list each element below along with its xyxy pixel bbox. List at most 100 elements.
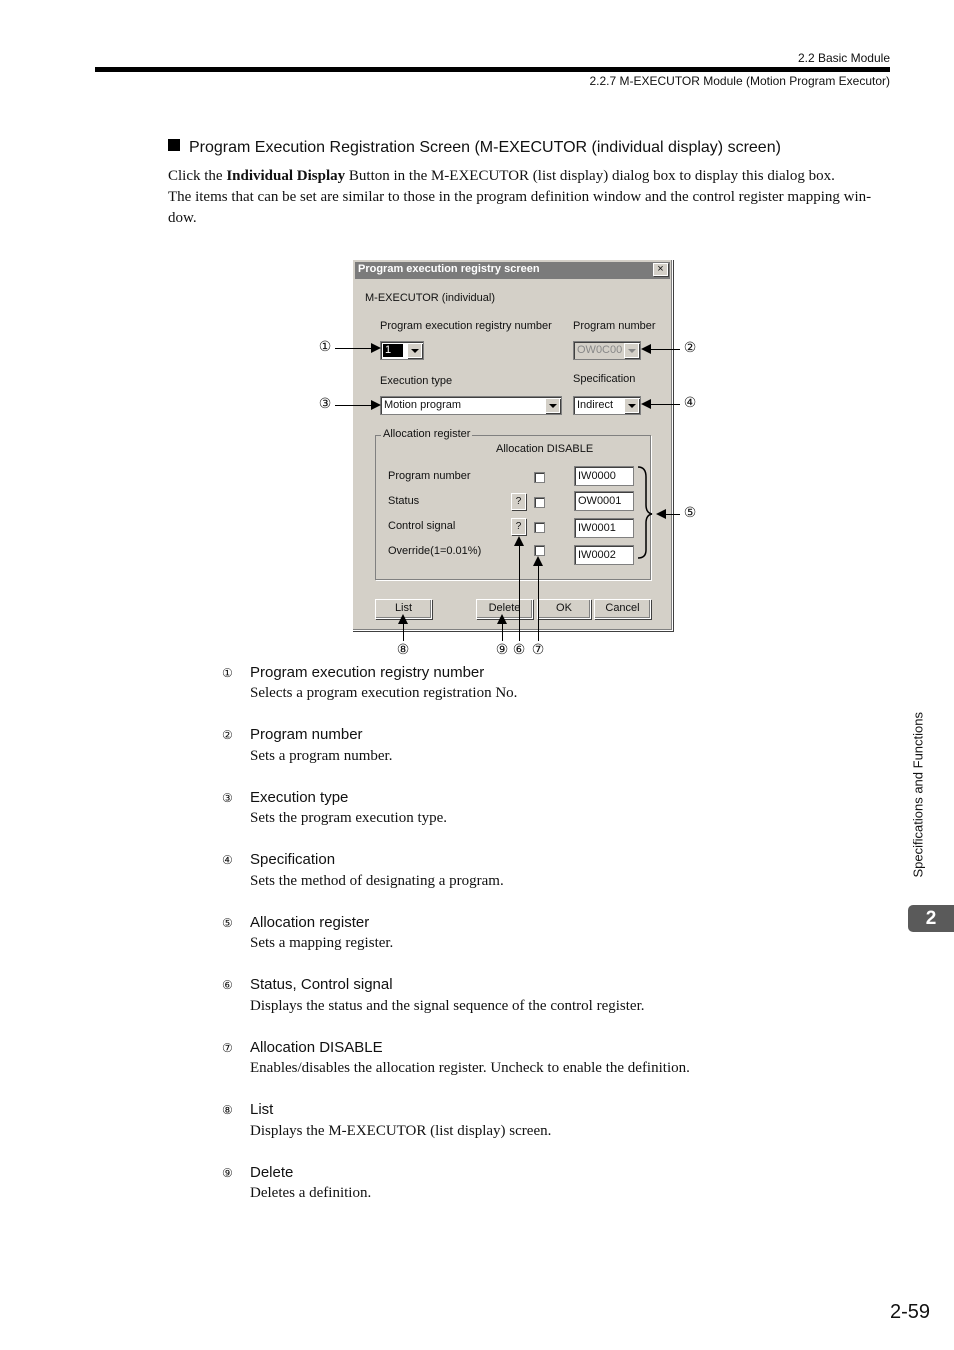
specification-select[interactable]: Indirect bbox=[573, 396, 641, 415]
callout-line bbox=[538, 565, 539, 641]
allocation-disable-header: Allocation DISABLE bbox=[496, 443, 594, 455]
callout-line bbox=[665, 514, 680, 515]
callout-line bbox=[403, 623, 404, 641]
allocation-disable-checkbox[interactable] bbox=[534, 497, 545, 508]
callout-line bbox=[650, 404, 680, 405]
row-label-program-number: Program number bbox=[388, 470, 471, 482]
description-heading: List bbox=[250, 1101, 274, 1118]
header-subsection: 2.2.7 M-EXECUTOR Module (Motion Program … bbox=[589, 74, 890, 88]
execution-type-label: Execution type bbox=[380, 375, 453, 387]
intro-text: Button in the M-EXECUTOR (list display) … bbox=[345, 168, 835, 184]
specification-value: Indirect bbox=[577, 399, 614, 411]
description-heading: Status, Control signal bbox=[250, 976, 393, 993]
callout-5: ⑤ bbox=[683, 506, 697, 521]
callout-1: ① bbox=[318, 340, 332, 355]
description-heading: Program number bbox=[250, 726, 363, 743]
description-text: Deletes a definition. bbox=[250, 1185, 372, 1201]
description-text: Sets a program number. bbox=[250, 748, 393, 764]
callout-2: ② bbox=[683, 341, 697, 356]
chevron-down-icon[interactable] bbox=[624, 398, 639, 413]
header-rule bbox=[95, 67, 890, 72]
program-number-label: Program number bbox=[573, 320, 656, 332]
close-button[interactable]: × bbox=[653, 263, 668, 276]
intro-text-2: The items that can be set are similar to… bbox=[168, 189, 872, 226]
description-number: ④ bbox=[222, 853, 233, 867]
callout-line bbox=[650, 349, 680, 350]
description-heading: Allocation register bbox=[250, 914, 370, 931]
program-number-select[interactable]: OW0C00 bbox=[573, 341, 641, 360]
callout-9: ⑨ bbox=[495, 643, 509, 658]
intro-paragraph: Click the Individual Display Button in t… bbox=[168, 166, 888, 229]
description-number: ⑦ bbox=[222, 1041, 233, 1055]
register-field[interactable]: IW0000 bbox=[574, 466, 634, 486]
description-text: Selects a program execution registration… bbox=[250, 685, 518, 701]
description-number: ⑨ bbox=[222, 1166, 233, 1180]
callout-8: ⑧ bbox=[396, 643, 410, 658]
callout-4: ④ bbox=[683, 396, 697, 411]
execution-type-select[interactable]: Motion program bbox=[380, 396, 562, 415]
execution-type-value: Motion program bbox=[384, 399, 462, 411]
row-label-override: Override(1=0.01%) bbox=[388, 545, 482, 557]
dialog-subtitle: M-EXECUTOR (individual) bbox=[365, 292, 495, 304]
callout-line bbox=[502, 623, 503, 641]
intro-text: Click the bbox=[168, 168, 227, 184]
header-section: 2.2 Basic Module bbox=[797, 51, 890, 65]
description-heading: Program execution registry number bbox=[250, 664, 485, 681]
cancel-button[interactable]: Cancel bbox=[594, 599, 651, 619]
page-number: 2-59 bbox=[889, 1301, 930, 1323]
allocation-disable-checkbox[interactable] bbox=[534, 545, 545, 556]
control-signal-help-button[interactable]: ? bbox=[511, 518, 526, 535]
description-heading: Execution type bbox=[250, 789, 349, 806]
row-label-status: Status bbox=[388, 495, 420, 507]
description-text: Displays the M-EXECUTOR (list display) s… bbox=[250, 1123, 552, 1139]
callout-line bbox=[519, 545, 520, 641]
section-title-text: Program Execution Registration Screen (M… bbox=[189, 139, 781, 156]
section-title: Program Execution Registration Screen (M… bbox=[168, 139, 781, 157]
description-heading: Specification bbox=[250, 851, 336, 868]
row-label-control-signal: Control signal bbox=[388, 520, 456, 532]
square-bullet-icon bbox=[168, 139, 180, 151]
specification-label: Specification bbox=[573, 373, 636, 385]
callout-7: ⑦ bbox=[531, 643, 545, 658]
ok-button[interactable]: OK bbox=[537, 599, 591, 619]
callout-line bbox=[335, 405, 373, 406]
callout-line bbox=[335, 348, 373, 349]
allocation-disable-checkbox[interactable] bbox=[534, 472, 545, 483]
registry-number-select[interactable]: 1 bbox=[380, 341, 424, 360]
program-execution-dialog: Program execution registry screen × M-EX… bbox=[352, 259, 673, 631]
chapter-tab: 2 bbox=[908, 905, 954, 932]
description-heading: Allocation DISABLE bbox=[250, 1039, 383, 1056]
allocation-disable-checkbox[interactable] bbox=[534, 522, 545, 533]
registry-number-label: Program execution registry number bbox=[380, 320, 552, 332]
description-heading: Delete bbox=[250, 1164, 294, 1181]
callout-6: ⑥ bbox=[512, 643, 526, 658]
dialog-titlebar: Program execution registry screen × bbox=[355, 262, 670, 279]
register-field[interactable]: OW0001 bbox=[574, 491, 634, 511]
registry-number-value: 1 bbox=[383, 344, 403, 357]
brace-icon bbox=[637, 466, 653, 559]
intro-bold-text: Individual Display bbox=[226, 168, 346, 184]
status-help-button[interactable]: ? bbox=[511, 493, 526, 510]
dialog-title: Program execution registry screen bbox=[358, 263, 540, 275]
arrow-right-icon bbox=[371, 343, 381, 353]
description-text: Displays the status and the signal seque… bbox=[250, 998, 645, 1014]
description-text: Sets the program execution type. bbox=[250, 810, 448, 826]
chevron-down-icon[interactable] bbox=[407, 343, 422, 358]
description-text: Sets the method of designating a program… bbox=[250, 873, 504, 889]
side-tab-text: Specifications and Functions bbox=[910, 712, 926, 878]
description-number: ⑤ bbox=[222, 916, 233, 930]
description-number: ② bbox=[222, 728, 233, 742]
chevron-down-icon[interactable] bbox=[545, 398, 560, 413]
chevron-down-icon[interactable] bbox=[624, 343, 639, 358]
description-number: ⑥ bbox=[222, 978, 233, 992]
allocation-register-group-label: Allocation register bbox=[381, 428, 473, 440]
description-text: Enables/disables the allocation register… bbox=[250, 1060, 690, 1076]
register-field[interactable]: IW0001 bbox=[574, 518, 634, 538]
arrow-right-icon bbox=[371, 400, 381, 410]
description-number: ③ bbox=[222, 791, 233, 805]
callout-3: ③ bbox=[318, 397, 332, 412]
register-field[interactable]: IW0002 bbox=[574, 545, 634, 565]
description-number: ① bbox=[222, 666, 233, 680]
program-number-value: OW0C00 bbox=[577, 344, 623, 356]
description-number: ⑧ bbox=[222, 1103, 233, 1117]
